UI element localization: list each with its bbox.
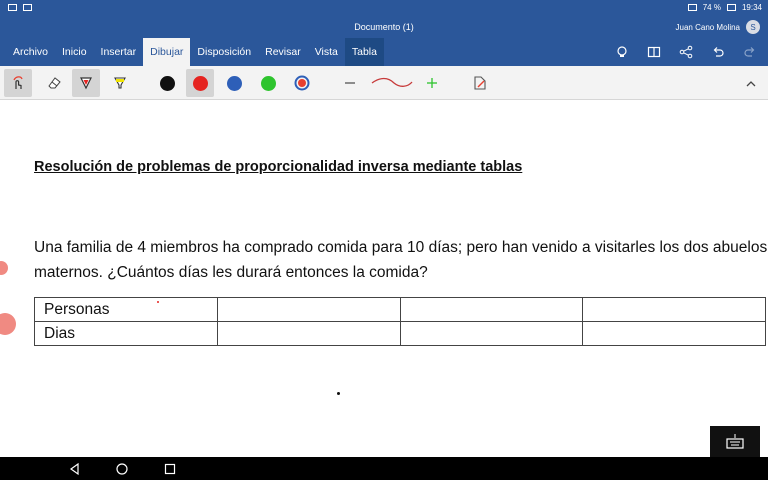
notification-icon [23, 4, 32, 11]
thickness-thin-button[interactable] [336, 69, 364, 97]
home-icon[interactable] [115, 462, 129, 476]
color-wheel-icon [294, 75, 310, 91]
clock: 19:34 [741, 3, 762, 12]
user-account[interactable]: Juan Cano Molina S [676, 20, 760, 34]
problem-paragraph: Una familia de 4 miembros ha comprado co… [34, 239, 768, 281]
tab-revisar[interactable]: Revisar [258, 38, 308, 66]
chevron-up-icon [746, 81, 756, 87]
reading-mode-icon[interactable] [646, 44, 662, 60]
color-swatch [159, 75, 175, 91]
table-row: Personas [34, 297, 766, 322]
color-swatch [260, 75, 276, 91]
line-preview [368, 69, 416, 97]
redo-icon[interactable] [742, 44, 758, 60]
tab-dibujar[interactable]: Dibujar [143, 38, 191, 66]
highlighter-button[interactable] [106, 69, 134, 97]
lightbulb-icon[interactable] [614, 44, 630, 60]
tab-archivo[interactable]: Archivo [6, 38, 55, 66]
table-cell[interactable] [216, 297, 401, 322]
back-icon[interactable] [68, 462, 82, 476]
battery-icon [726, 4, 736, 11]
tab-disposicion[interactable]: Disposición [190, 38, 258, 66]
color-swatch [192, 75, 208, 91]
document-canvas[interactable]: Resolución de problemas de proporcionali… [0, 101, 768, 457]
table-cell[interactable]: Personas [34, 297, 218, 322]
highlighter-icon [114, 77, 126, 89]
side-handle[interactable] [0, 261, 8, 275]
tab-insertar[interactable]: Insertar [94, 38, 144, 66]
table-cell[interactable] [582, 297, 766, 322]
keyboard-toggle-button[interactable] [710, 426, 760, 458]
color-picker-button[interactable] [288, 69, 316, 97]
ink-to-shape-icon [474, 76, 486, 90]
tab-vista[interactable]: Vista [308, 38, 345, 66]
draw-with-touch-button[interactable] [4, 69, 32, 97]
thickness-thick-button[interactable] [418, 69, 446, 97]
color-swatch [226, 75, 242, 91]
table-cell[interactable] [216, 321, 401, 346]
undo-icon[interactable] [710, 44, 726, 60]
eraser-icon [48, 77, 61, 89]
battery-level: 74 % [702, 3, 721, 12]
color-red-button[interactable] [186, 69, 214, 97]
draw-with-touch-icon [13, 76, 23, 89]
table-cell[interactable]: Dias [34, 321, 218, 346]
pen-button[interactable] [72, 69, 100, 97]
avatar[interactable]: S [746, 20, 760, 34]
pen-icon [80, 77, 92, 90]
navigation-bar [0, 457, 768, 480]
data-table: Personas Dias [34, 297, 766, 346]
table-cell[interactable] [399, 297, 584, 322]
table-cell[interactable] [399, 321, 584, 346]
notification-icon [8, 4, 17, 11]
color-green-button[interactable] [254, 69, 282, 97]
table-row: Dias [34, 321, 766, 346]
wifi-icon [687, 4, 697, 11]
title-bar: Documento (1) Juan Cano Molina S [0, 18, 768, 38]
plus-icon [427, 78, 437, 88]
pen-side-handle[interactable] [0, 313, 16, 335]
user-name: Juan Cano Molina [675, 22, 740, 32]
document-title: Documento (1) [354, 22, 414, 32]
status-bar: 74 % 19:34 [0, 0, 768, 18]
document-heading: Resolución de problemas de proporcionali… [34, 159, 523, 175]
recent-apps-icon[interactable] [163, 462, 177, 476]
ink-dot [337, 392, 340, 395]
eraser-button[interactable] [40, 69, 68, 97]
collapse-ribbon-button[interactable] [744, 77, 758, 91]
ribbon-tabs-bar: Archivo Inicio Insertar Dibujar Disposic… [0, 38, 768, 66]
color-black-button[interactable] [153, 69, 181, 97]
ink-dot [157, 301, 159, 303]
tab-inicio[interactable]: Inicio [55, 38, 94, 66]
keyboard-icon [726, 434, 744, 449]
color-blue-button[interactable] [220, 69, 248, 97]
draw-ribbon [0, 66, 768, 100]
share-icon[interactable] [678, 44, 694, 60]
table-cell[interactable] [582, 321, 766, 346]
ink-to-shape-button[interactable] [466, 69, 494, 97]
minus-icon [345, 82, 355, 84]
stroke-preview-icon [371, 77, 413, 87]
tab-tabla[interactable]: Tabla [344, 38, 384, 66]
notification-icons [8, 4, 32, 11]
